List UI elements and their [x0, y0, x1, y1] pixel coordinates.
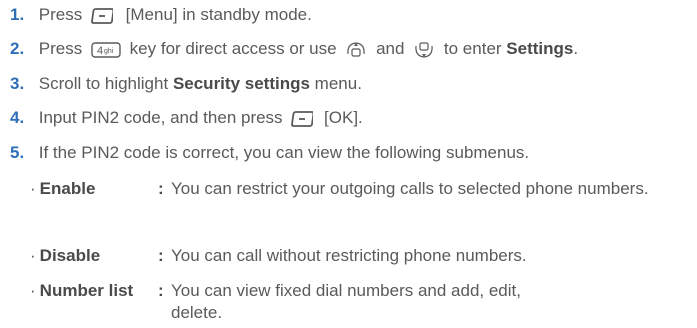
bold-term: Settings [506, 39, 574, 58]
step-5: 5. If the PIN2 code is correct, you can … [10, 142, 529, 164]
step-3: 3. Scroll to highlight Security settings… [10, 73, 362, 95]
bold-term: Security settings [172, 74, 310, 93]
bullet: · [30, 281, 36, 300]
submenu-description: You can call without restricting phone n… [171, 246, 527, 265]
submenu-term: · Number list [30, 280, 133, 302]
step-text: [OK]. [324, 108, 363, 127]
bullet: · [30, 179, 36, 198]
step-text: Scroll to highlight [38, 74, 169, 93]
soft-key-icon [91, 7, 113, 25]
submenu-term-label: Number list [39, 281, 134, 300]
svg-text:ghi: ghi [104, 48, 114, 55]
svg-text:4: 4 [97, 45, 103, 57]
submenu-description: You can restrict your outgoing calls to … [171, 179, 649, 198]
bullet: · [30, 246, 36, 265]
step-number: 2. [10, 39, 25, 58]
step-text: key for direct access or use [129, 39, 337, 58]
step-text: Press [38, 5, 83, 24]
submenu-term-label: Enable [39, 179, 96, 198]
step-1: 1. Press [Menu] in standby mode. [10, 4, 312, 26]
step-text: and [376, 39, 405, 58]
submenu-term-label: Disable [39, 246, 101, 265]
step-text: Press [38, 39, 83, 58]
step-number: 1. [10, 5, 25, 24]
submenu-description: You can view fixed dial numbers and add,… [171, 281, 521, 322]
step-text: to enter [443, 39, 502, 58]
step-text: menu. [314, 74, 362, 93]
step-number: 5. [10, 143, 25, 162]
colon: : [158, 179, 164, 198]
step-text: Input PIN2 code, and then press [38, 108, 283, 127]
navigation-down-icon [413, 40, 435, 60]
step-number: 3. [10, 74, 25, 93]
navigation-up-icon [345, 40, 367, 60]
instruction-document: 1. Press [Menu] in standby mode. 2. Pres… [0, 0, 697, 328]
step-text: If the PIN2 code is correct, you can vie… [38, 143, 530, 162]
step-text: [Menu] in standby mode. [125, 5, 312, 24]
submenu-term: · Disable [30, 245, 100, 267]
number-4-key-icon: 4 ghi [91, 41, 121, 59]
step-4: 4. Input PIN2 code, and then press [OK]. [10, 107, 363, 129]
colon: : [158, 246, 164, 265]
period: . [573, 39, 579, 58]
submenu-term: · Enable [30, 178, 95, 200]
soft-key-icon [291, 110, 314, 128]
colon: : [158, 281, 164, 300]
step-2: 2. Press 4 ghi key for direct access or … [10, 38, 578, 60]
step-number: 4. [10, 108, 25, 127]
